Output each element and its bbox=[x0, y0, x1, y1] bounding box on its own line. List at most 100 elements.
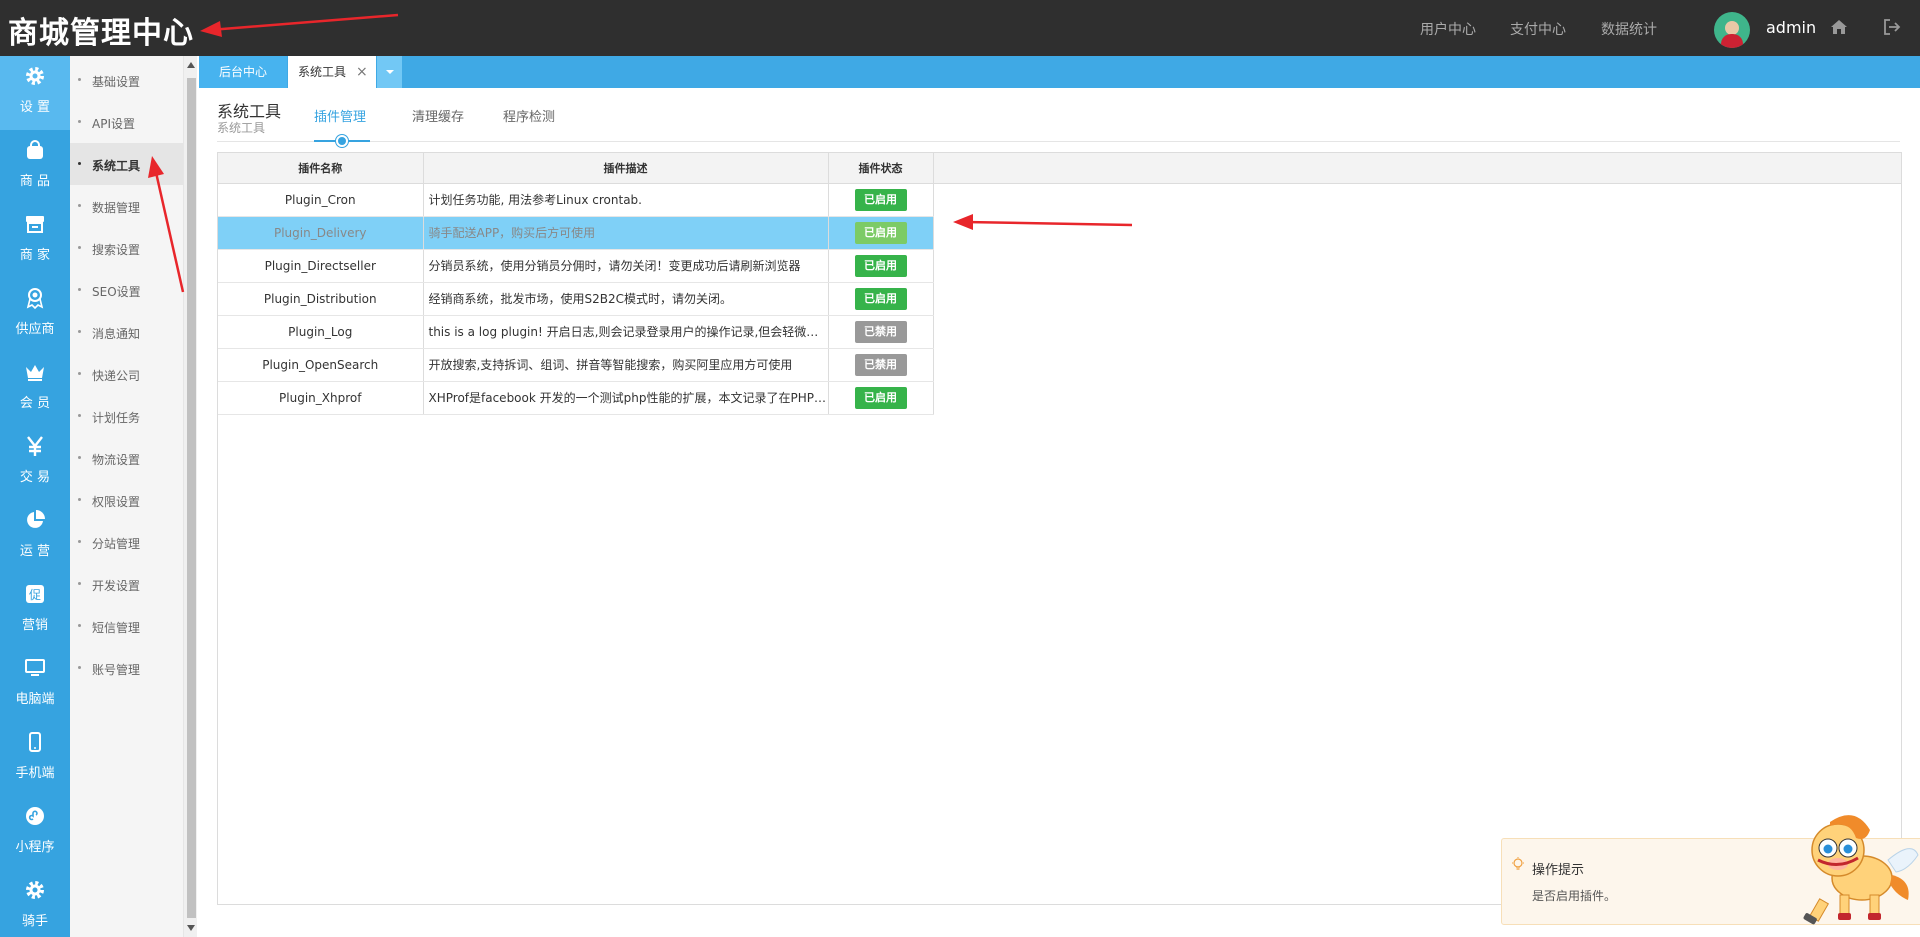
submenu-item[interactable]: 账号管理 bbox=[70, 647, 183, 689]
plugin-name: Plugin_OpenSearch bbox=[218, 348, 424, 382]
bullet-icon bbox=[78, 162, 81, 165]
sidebar-item-marketing[interactable]: 促 营销 bbox=[0, 574, 70, 648]
sidebar-item-operation[interactable]: 运 营 bbox=[0, 500, 70, 574]
sidebar-item-settings[interactable]: 设 置 bbox=[0, 56, 70, 130]
mini-program-icon bbox=[26, 807, 44, 825]
filler-cell bbox=[933, 249, 1901, 282]
status-disabled-button[interactable]: 已禁用 bbox=[854, 353, 907, 376]
column-header-status[interactable]: 插件状态 bbox=[828, 153, 934, 184]
submenu-item[interactable]: 消息通知 bbox=[70, 311, 183, 353]
table-row[interactable]: Plugin_Distribution 经销商系统，批发市场，使用S2B2C模式时… bbox=[218, 282, 1901, 316]
sidebar-item-label: 骑手 bbox=[21, 914, 48, 929]
logout-icon[interactable] bbox=[1883, 18, 1901, 36]
status-enabled-button[interactable]: 已启用 bbox=[854, 188, 907, 211]
sidebar-item-supplier[interactable]: 供应商 bbox=[0, 278, 70, 352]
bullet-icon bbox=[78, 540, 81, 543]
table-row[interactable]: Plugin_Log this is a log plugin! 开启日志,则会记… bbox=[218, 315, 1901, 349]
scroll-thumb[interactable] bbox=[187, 78, 196, 918]
toast-message: 是否启用插件。 bbox=[1532, 889, 1617, 903]
tab-system-tools[interactable]: 系统工具 × bbox=[288, 56, 376, 88]
sidebar-item-label: 营销 bbox=[21, 618, 48, 633]
bullet-icon bbox=[78, 666, 81, 669]
scroll-up-arrow[interactable] bbox=[187, 62, 195, 68]
yen-icon bbox=[27, 436, 43, 456]
toast-title: 操作提示 bbox=[1532, 863, 1585, 878]
nav-data-statistics[interactable]: 数据统计 bbox=[1601, 19, 1657, 39]
submenu-item[interactable]: 物流设置 bbox=[70, 437, 183, 479]
submenu-item[interactable]: 分站管理 bbox=[70, 521, 183, 563]
submenu-item[interactable]: 开发设置 bbox=[70, 563, 183, 605]
submenu-item-label: 开发设置 bbox=[92, 579, 141, 593]
nav-payment-center[interactable]: 支付中心 bbox=[1510, 19, 1566, 39]
submenu-item[interactable]: 基础设置 bbox=[70, 59, 183, 101]
tab-dropdown[interactable] bbox=[377, 56, 402, 88]
filler-cell bbox=[933, 183, 1901, 216]
scroll-down-arrow[interactable] bbox=[187, 925, 195, 931]
submenu-item[interactable]: 短信管理 bbox=[70, 605, 183, 647]
plugin-name: Plugin_Directseller bbox=[218, 249, 424, 283]
plugin-description: XHProf是facebook 开发的一个测试php性能的扩展，本文记录了在PH… bbox=[423, 381, 829, 415]
sub-menu: 基础设置 API设置系统工具数据管理 搜索设置 SEO设置消息通知快递公司计划任务物流… bbox=[70, 56, 184, 937]
table-row[interactable]: Plugin_Cron 计划任务功能, 用法参考Linux crontab. 已启用 bbox=[218, 183, 1901, 217]
tab-home[interactable]: 后台中心 bbox=[199, 56, 287, 88]
submenu-item[interactable]: 数据管理 bbox=[70, 185, 183, 227]
sidebar-item-goods[interactable]: 商 品 bbox=[0, 130, 70, 204]
submenu-item[interactable]: 系统工具 bbox=[70, 143, 183, 185]
status-enabled-button[interactable]: 已启用 bbox=[854, 386, 907, 409]
submenu-item[interactable]: 快递公司 bbox=[70, 353, 183, 395]
column-header-desc[interactable]: 插件描述 bbox=[423, 153, 829, 184]
status-disabled-button[interactable]: 已禁用 bbox=[854, 320, 907, 343]
home-icon[interactable] bbox=[1830, 18, 1848, 36]
submenu-item[interactable]: 计划任务 bbox=[70, 395, 183, 437]
submenu-item-label: SEO设置 bbox=[92, 285, 141, 299]
column-header-name[interactable]: 插件名称 bbox=[218, 153, 424, 184]
submenu-item-label: 计划任务 bbox=[92, 411, 141, 425]
table-row[interactable]: Plugin_OpenSearch 开放搜索,支持拆词、组词、拼音等智能搜索，购买… bbox=[218, 348, 1901, 382]
sidebar-item-trade[interactable]: 交 易 bbox=[0, 426, 70, 500]
plugin-name: Plugin_Log bbox=[218, 315, 424, 349]
status-enabled-button[interactable]: 已启用 bbox=[854, 221, 907, 244]
plugin-status-cell: 已启用 bbox=[828, 282, 934, 316]
table-row[interactable]: Plugin_Directseller 分销员系统，使用分销员分佣时，请勿关闭！变… bbox=[218, 249, 1901, 283]
submenu-item[interactable]: SEO设置 bbox=[70, 269, 183, 311]
close-icon[interactable]: × bbox=[356, 56, 368, 88]
sidebar-item-pc[interactable]: 电脑端 bbox=[0, 648, 70, 722]
submenu-item-label: 分站管理 bbox=[92, 537, 141, 551]
status-enabled-button[interactable]: 已启用 bbox=[854, 254, 907, 277]
plugin-name: Plugin_Distribution bbox=[218, 282, 424, 316]
table-row[interactable]: Plugin_Xhprof XHProf是facebook 开发的一个测试php性… bbox=[218, 381, 1901, 415]
sidebar-item-mobile[interactable]: 手机端 bbox=[0, 722, 70, 796]
status-enabled-button[interactable]: 已启用 bbox=[854, 287, 907, 310]
plugin-status-cell: 已启用 bbox=[828, 183, 934, 217]
sidebar-item-member[interactable]: 会 员 bbox=[0, 352, 70, 426]
plugin-status-cell: 已启用 bbox=[828, 216, 934, 250]
submenu-item-label: 快递公司 bbox=[92, 369, 141, 383]
tab-plugin-management[interactable]: 插件管理 bbox=[314, 106, 366, 125]
sidebar-item-rider[interactable]: 骑手 bbox=[0, 870, 70, 937]
sidebar-item-merchant[interactable]: 商 家 bbox=[0, 204, 70, 278]
user-name[interactable]: admin bbox=[1766, 18, 1816, 37]
filler-cell bbox=[933, 381, 1901, 414]
submenu-item[interactable]: 权限设置 bbox=[70, 479, 183, 521]
tab-program-check[interactable]: 程序检测 bbox=[503, 106, 555, 125]
column-header-filler bbox=[933, 153, 1901, 184]
table-row[interactable]: Plugin_Delivery 骑手配送APP，购买后方可使用 已启用 bbox=[218, 216, 1901, 250]
submenu-item[interactable]: 搜索设置 bbox=[70, 227, 183, 269]
sidebar-item-mini-program[interactable]: 小程序 bbox=[0, 796, 70, 870]
submenu-item-label: 系统工具 bbox=[92, 159, 141, 173]
sidebar-item-label: 手机端 bbox=[15, 766, 55, 781]
main-content: 系统工具 系统工具 插件管理 清理缓存 程序检测 插件名称 插件描述 插件状态 … bbox=[199, 88, 1920, 937]
nav-user-center[interactable]: 用户中心 bbox=[1420, 19, 1476, 39]
submenu-scrollbar[interactable] bbox=[183, 56, 197, 937]
bullet-icon bbox=[78, 246, 81, 249]
submenu-item-label: 消息通知 bbox=[92, 327, 141, 341]
bullet-icon bbox=[78, 78, 81, 81]
avatar[interactable] bbox=[1714, 12, 1750, 48]
plugin-description: 经销商系统，批发市场，使用S2B2C模式时，请勿关闭。 bbox=[423, 282, 829, 316]
plugin-name: Plugin_Xhprof bbox=[218, 381, 424, 415]
plugin-status-cell: 已禁用 bbox=[828, 348, 934, 382]
gear-icon bbox=[26, 67, 44, 85]
submenu-item[interactable]: API设置 bbox=[70, 101, 183, 143]
tab-clear-cache[interactable]: 清理缓存 bbox=[412, 106, 464, 125]
bullet-icon bbox=[78, 288, 81, 291]
